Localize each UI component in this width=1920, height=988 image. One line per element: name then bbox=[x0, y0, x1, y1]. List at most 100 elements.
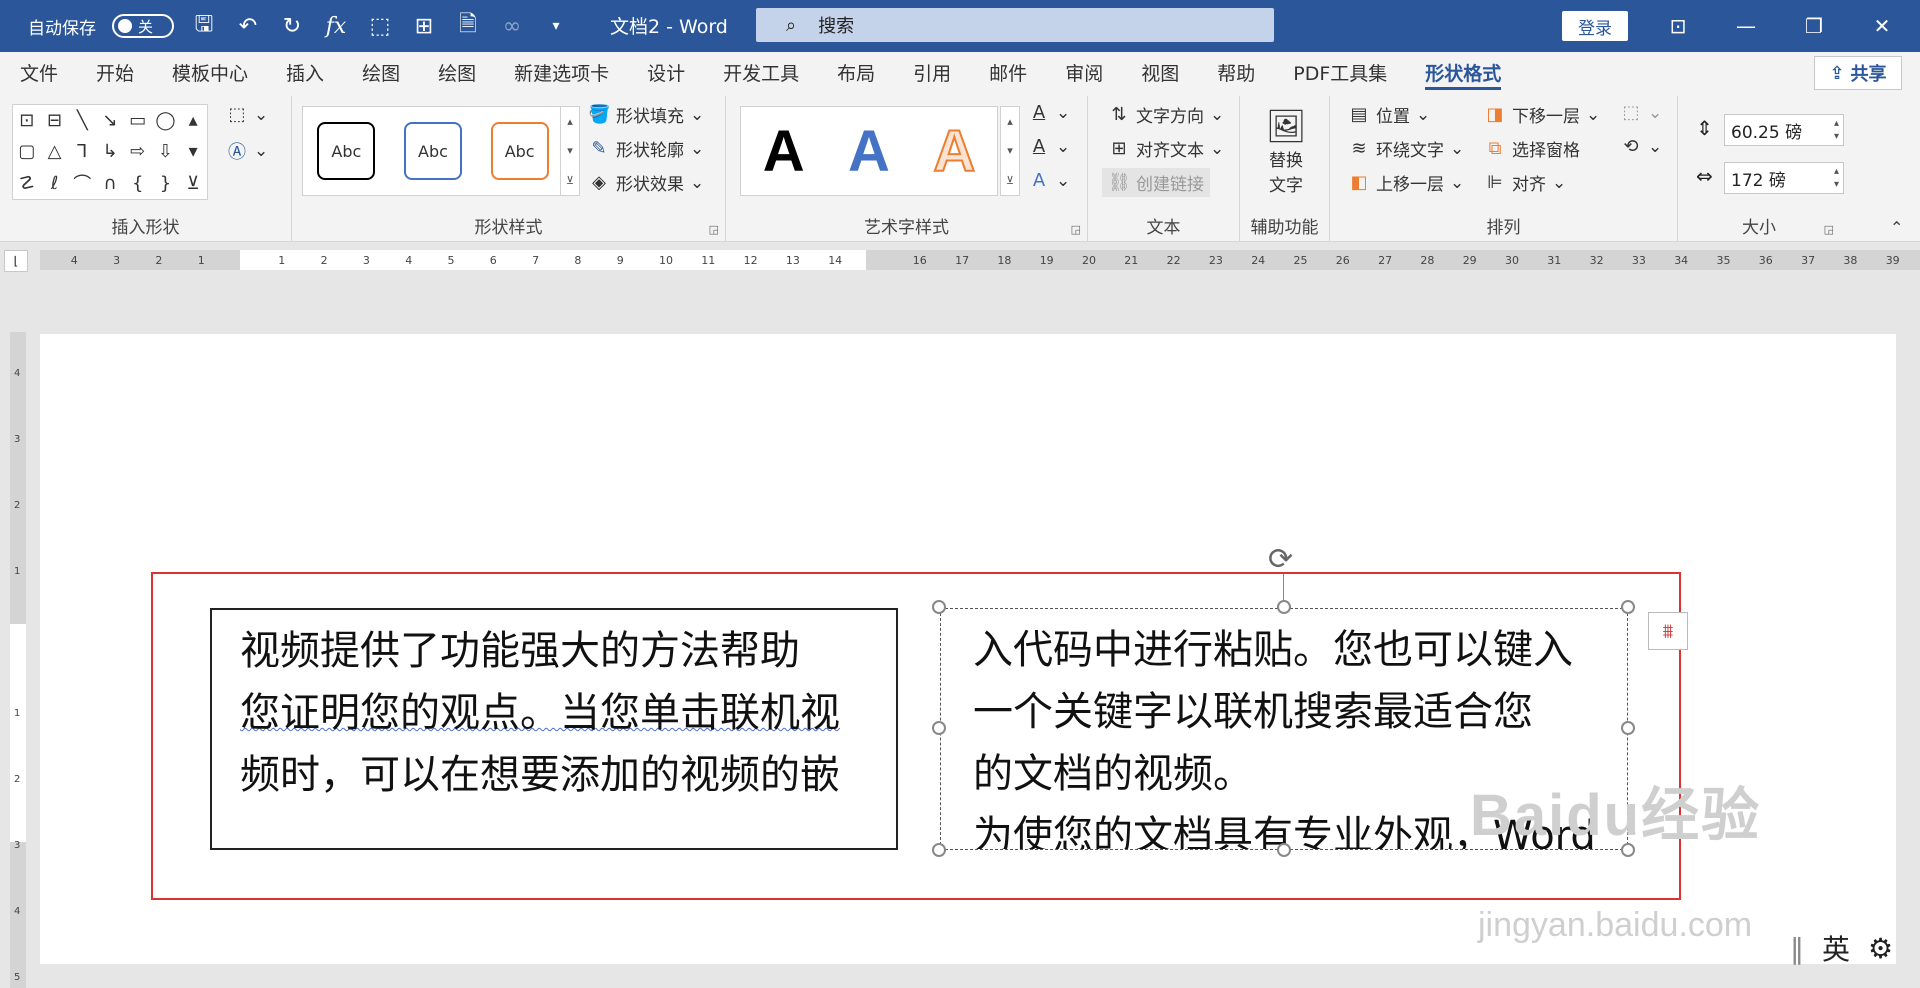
scribble-shape-icon[interactable]: ℓ bbox=[51, 173, 58, 194]
shape-style-blue[interactable]: Abc bbox=[403, 122, 462, 180]
align-text-button[interactable]: ⊞ 对齐文本 ⌄ bbox=[1108, 136, 1224, 161]
gallery-expand-icon[interactable]: ⊻ bbox=[187, 173, 200, 194]
selection-pane-button[interactable]: ⧉ 选择窗格 bbox=[1484, 136, 1580, 161]
collapse-ribbon-icon[interactable]: ⌃ bbox=[1890, 218, 1903, 237]
gear-icon[interactable]: ⚙ bbox=[1868, 932, 1893, 965]
formula-icon[interactable]: fx bbox=[322, 12, 350, 40]
vertical-textbox-shape-icon[interactable]: ⊟ bbox=[47, 110, 62, 131]
shape-height-input[interactable]: 60.25 磅 ▴ ▾ bbox=[1724, 114, 1844, 146]
tab-7[interactable]: 设计 bbox=[628, 52, 704, 96]
resize-handle-left[interactable] bbox=[932, 721, 946, 735]
tab-5[interactable]: 绘图 bbox=[419, 52, 495, 96]
rotate-handle-icon[interactable]: ⟳ bbox=[1268, 542, 1293, 577]
tab-13[interactable]: 视图 bbox=[1122, 52, 1198, 96]
resize-handle-right[interactable] bbox=[1621, 721, 1635, 735]
arrow-line-shape-icon[interactable]: ↘ bbox=[102, 110, 117, 131]
rectangle-shape-icon[interactable]: ▭ bbox=[129, 110, 146, 131]
tab-16[interactable]: 形状格式 bbox=[1406, 52, 1520, 96]
line-shape-icon[interactable]: ╲ bbox=[77, 110, 88, 131]
save-icon[interactable]: 🖫 bbox=[190, 12, 218, 40]
layout-options-icon[interactable]: ⩩ bbox=[1648, 612, 1688, 650]
more-shapes-icon[interactable]: ▴ bbox=[189, 110, 198, 131]
autosave-toggle[interactable]: 关 bbox=[112, 14, 174, 38]
elbow-arrow-icon[interactable]: ↳ bbox=[102, 141, 117, 162]
create-link-button[interactable]: ⛓ 创建链接 bbox=[1102, 168, 1210, 197]
shape-style-black[interactable]: Abc bbox=[317, 122, 376, 180]
tab-0[interactable]: 文件 bbox=[0, 52, 77, 96]
resize-handle-bottom-left[interactable] bbox=[932, 843, 946, 857]
scroll-down-icon[interactable]: ▾ bbox=[189, 141, 198, 162]
login-button[interactable]: 登录 bbox=[1562, 11, 1628, 41]
text-direction-button[interactable]: ⇅ 文字方向 ⌄ bbox=[1108, 102, 1224, 127]
tab-12[interactable]: 审阅 bbox=[1046, 52, 1122, 96]
alt-text-button[interactable]: 🖼 替换 文字 bbox=[1260, 106, 1312, 196]
scroll-down-icon[interactable]: ▾ bbox=[1007, 144, 1013, 157]
rounded-rect-shape-icon[interactable]: ▢ bbox=[18, 141, 35, 162]
tab-selector[interactable]: ⌊ bbox=[4, 250, 28, 272]
text-fill-button[interactable]: A ⌄ bbox=[1028, 102, 1070, 123]
minimize-icon[interactable]: — bbox=[1716, 0, 1776, 52]
shape-gallery[interactable]: ⊡ ⊟ ╲ ↘ ▭ ◯ ▴ ▢ △ ⅂ ↳ ⇨ ⇩ ▾ ☡ ℓ ⌒ ∩ {} ⊻ bbox=[12, 104, 208, 200]
gallery-expand-icon[interactable]: ⊻ bbox=[1006, 174, 1014, 187]
redo-icon[interactable]: ↻ bbox=[278, 12, 306, 40]
scroll-up-icon[interactable]: ▴ bbox=[1007, 115, 1013, 128]
scroll-up-icon[interactable]: ▴ bbox=[567, 115, 573, 128]
resize-handle-top-right[interactable] bbox=[1621, 600, 1635, 614]
textbox-left[interactable]: 视频提供了功能强大的方法帮助 您证明您的观点。当您单击联机视 频时，可以在想要添… bbox=[210, 608, 898, 850]
dialog-launcher-icon[interactable]: ◲ bbox=[1071, 223, 1081, 236]
right-brace-shape-icon[interactable]: } bbox=[160, 173, 171, 194]
shape-width-input[interactable]: 172 磅 ▴ ▾ bbox=[1724, 162, 1844, 194]
shape-effects-button[interactable]: ◈ 形状效果 ⌄ bbox=[588, 170, 704, 195]
tab-14[interactable]: 帮助 bbox=[1198, 52, 1274, 96]
gallery-expand-icon[interactable]: ⊻ bbox=[566, 174, 574, 187]
elbow-connector-icon[interactable]: ⅂ bbox=[77, 141, 87, 162]
dialog-launcher-icon[interactable]: ◲ bbox=[709, 223, 719, 236]
text-outline-button[interactable]: A ⌄ bbox=[1028, 136, 1070, 157]
tab-11[interactable]: 邮件 bbox=[970, 52, 1046, 96]
resize-handle-top-left[interactable] bbox=[932, 600, 946, 614]
select-icon[interactable]: ⬚ bbox=[366, 12, 394, 40]
tab-10[interactable]: 引用 bbox=[894, 52, 970, 96]
resize-handle-top[interactable] bbox=[1277, 600, 1291, 614]
ribbon-display-icon[interactable]: ⊡ bbox=[1648, 0, 1708, 52]
tab-6[interactable]: 新建选项卡 bbox=[495, 52, 628, 96]
restore-icon[interactable]: ❐ bbox=[1784, 0, 1844, 52]
bring-forward-button[interactable]: ◧ 上移一层 ⌄ bbox=[1348, 170, 1464, 195]
scroll-down-icon[interactable]: ▾ bbox=[567, 144, 573, 157]
edit-shape-button[interactable]: ⬚ ⌄ bbox=[226, 104, 268, 125]
triangle-shape-icon[interactable]: △ bbox=[48, 141, 62, 162]
draw-textbox-button[interactable]: Ⓐ ⌄ bbox=[226, 138, 268, 164]
spinner-icon[interactable]: ▴ ▾ bbox=[1834, 165, 1839, 191]
text-effects-button[interactable]: A ⌄ bbox=[1028, 170, 1070, 191]
down-arrow-shape-icon[interactable]: ⇩ bbox=[158, 141, 173, 162]
right-arrow-shape-icon[interactable]: ⇨ bbox=[130, 141, 145, 162]
ime-language[interactable]: 英 bbox=[1822, 928, 1850, 968]
undo-icon[interactable]: ↶ bbox=[234, 12, 262, 40]
close-icon[interactable]: ✕ bbox=[1852, 0, 1912, 52]
search-input[interactable]: ⌕ 搜索 bbox=[756, 8, 1274, 42]
left-brace-shape-icon[interactable]: { bbox=[132, 173, 143, 194]
arc-shape-icon[interactable]: ⌒ bbox=[73, 170, 91, 196]
oval-shape-icon[interactable]: ◯ bbox=[155, 110, 175, 131]
wordart-scroll[interactable]: ▴ ▾ ⊻ bbox=[1000, 106, 1020, 196]
tab-4[interactable]: 绘图 bbox=[343, 52, 419, 96]
textbox-shape-icon[interactable]: ⊡ bbox=[19, 110, 34, 131]
shape-outline-button[interactable]: ✎ 形状轮廓 ⌄ bbox=[588, 136, 704, 161]
tab-1[interactable]: 开始 bbox=[77, 52, 153, 96]
org-chart-icon[interactable]: ⊞ bbox=[410, 12, 438, 40]
tab-9[interactable]: 布局 bbox=[818, 52, 894, 96]
share-button[interactable]: ⇪ 共享 bbox=[1814, 56, 1902, 90]
dialog-launcher-icon[interactable]: ◲ bbox=[1824, 223, 1834, 236]
customize-icon[interactable]: ▾ bbox=[542, 12, 570, 40]
rotate-button[interactable]: ⟲ ⌄ bbox=[1620, 136, 1662, 157]
spinner-icon[interactable]: ▴ ▾ bbox=[1834, 117, 1839, 143]
tab-3[interactable]: 插入 bbox=[267, 52, 343, 96]
resize-handle-bottom[interactable] bbox=[1277, 843, 1291, 857]
tab-2[interactable]: 模板中心 bbox=[153, 52, 267, 96]
align-button[interactable]: ⊫ 对齐 ⌄ bbox=[1484, 170, 1566, 195]
freeform-shape-icon[interactable]: ☡ bbox=[19, 173, 35, 194]
wordart-blue[interactable]: A bbox=[848, 118, 890, 185]
ime-indicator[interactable]: ‖ 英 ⚙ bbox=[1790, 924, 1920, 972]
group-objects-button[interactable]: ⬚ ⌄ bbox=[1620, 102, 1662, 123]
wrap-text-button[interactable]: ≋ 环绕文字 ⌄ bbox=[1348, 136, 1464, 161]
